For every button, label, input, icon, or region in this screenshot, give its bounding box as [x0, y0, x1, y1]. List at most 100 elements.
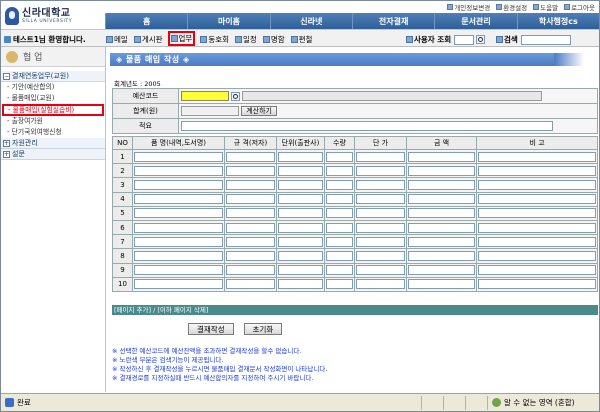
note-input[interactable]	[478, 250, 596, 261]
spec-input[interactable]	[226, 265, 275, 276]
note-input[interactable]	[478, 208, 596, 219]
sidebar-section-survey[interactable]: + 설문	[1, 149, 105, 160]
top-link-logout[interactable]: 로그아웃	[564, 2, 595, 12]
sidebar-section-approval[interactable]: − 결재연동업무(교원)	[1, 71, 105, 82]
page-controls[interactable]: [페이지 추가] / [이하 페이지 삭제]	[112, 305, 598, 315]
amount-field[interactable]	[408, 250, 475, 261]
item-name-input[interactable]	[134, 236, 223, 247]
spec-input[interactable]	[226, 194, 275, 205]
item-name-input[interactable]	[134, 179, 223, 190]
note-input[interactable]	[478, 151, 596, 162]
nav-home[interactable]: 홈	[105, 13, 187, 30]
qty-input[interactable]	[326, 265, 353, 276]
item-name-input[interactable]	[134, 194, 223, 205]
spec-input[interactable]	[226, 250, 275, 261]
unit-input[interactable]	[278, 151, 323, 162]
unit-price-input[interactable]	[356, 222, 405, 233]
tool-card[interactable]: 명함	[262, 33, 286, 46]
budget-code-input[interactable]	[181, 91, 229, 101]
qty-input[interactable]	[326, 179, 353, 190]
unit-input[interactable]	[278, 194, 323, 205]
spec-input[interactable]	[226, 151, 275, 162]
tool-mail[interactable]: 메일	[105, 33, 129, 46]
budget-search-icon[interactable]	[231, 91, 241, 101]
amount-field[interactable]	[408, 194, 475, 205]
item-name-input[interactable]	[134, 250, 223, 261]
qty-input[interactable]	[326, 250, 353, 261]
qty-input[interactable]	[326, 222, 353, 233]
amount-field[interactable]	[408, 265, 475, 276]
nav-approval[interactable]: 전자결재	[351, 13, 434, 30]
amount-field[interactable]	[408, 165, 475, 176]
note-input[interactable]	[478, 265, 596, 276]
top-link-settings[interactable]: 환경설정	[496, 2, 527, 12]
top-link-help[interactable]: 도움말	[533, 2, 558, 12]
qty-input[interactable]	[326, 279, 353, 290]
sidebar-item-purchase-lab[interactable]: - 물품매입(실험실습비)	[2, 104, 104, 116]
nav-documents[interactable]: 문서관리	[434, 13, 516, 30]
unit-input[interactable]	[278, 165, 323, 176]
unit-input[interactable]	[278, 250, 323, 261]
qty-input[interactable]	[326, 236, 353, 247]
unit-input[interactable]	[278, 265, 323, 276]
item-name-input[interactable]	[134, 279, 223, 290]
sidebar-item-purchase-faculty[interactable]: - 물품매입(교원)	[1, 93, 105, 104]
tool-club[interactable]: 동호회	[199, 33, 230, 46]
collapse-icon[interactable]: −	[3, 72, 10, 80]
user-search-button-icon[interactable]	[476, 35, 486, 44]
spec-input[interactable]	[226, 165, 275, 176]
unit-price-input[interactable]	[356, 208, 405, 219]
tool-work[interactable]: 업무	[167, 31, 196, 46]
unit-price-input[interactable]	[356, 250, 405, 261]
item-name-input[interactable]	[134, 165, 223, 176]
item-name-input[interactable]	[134, 265, 223, 276]
qty-input[interactable]	[326, 194, 353, 205]
tool-board[interactable]: 게시판	[133, 33, 164, 46]
sidebar-item-draft[interactable]: - 기안(예산합의)	[1, 82, 105, 93]
remarks-input[interactable]	[181, 121, 553, 131]
spec-input[interactable]	[226, 222, 275, 233]
unit-input[interactable]	[278, 179, 323, 190]
qty-input[interactable]	[326, 165, 353, 176]
unit-input[interactable]	[278, 236, 323, 247]
amount-field[interactable]	[408, 151, 475, 162]
note-input[interactable]	[478, 179, 596, 190]
amount-field[interactable]	[408, 179, 475, 190]
item-name-input[interactable]	[134, 151, 223, 162]
spec-input[interactable]	[226, 179, 275, 190]
tool-binder[interactable]: 편철	[290, 33, 314, 46]
top-link-profile[interactable]: 개인정보변경	[447, 2, 490, 12]
note-input[interactable]	[478, 222, 596, 233]
note-input[interactable]	[478, 194, 596, 205]
amount-field[interactable]	[408, 222, 475, 233]
amount-field[interactable]	[408, 279, 475, 290]
note-input[interactable]	[478, 165, 596, 176]
unit-price-input[interactable]	[356, 279, 405, 290]
nav-academic[interactable]: 학사행정cs	[516, 13, 599, 30]
unit-price-input[interactable]	[356, 236, 405, 247]
unit-price-input[interactable]	[356, 165, 405, 176]
note-input[interactable]	[478, 236, 596, 247]
spec-input[interactable]	[226, 279, 275, 290]
unit-input[interactable]	[278, 279, 323, 290]
item-name-input[interactable]	[134, 208, 223, 219]
nav-sillanet[interactable]: 신라넷	[269, 13, 352, 30]
sidebar-section-resources[interactable]: + 자원관리	[1, 138, 105, 149]
nav-myhome[interactable]: 마이홈	[187, 13, 269, 30]
item-name-input[interactable]	[134, 222, 223, 233]
unit-input[interactable]	[278, 208, 323, 219]
expand-icon[interactable]: +	[3, 139, 10, 147]
expand-icon[interactable]: +	[3, 150, 10, 158]
unit-price-input[interactable]	[356, 151, 405, 162]
search-input[interactable]	[520, 34, 571, 45]
spec-input[interactable]	[226, 208, 275, 219]
unit-price-input[interactable]	[356, 179, 405, 190]
amount-field[interactable]	[408, 236, 475, 247]
unit-input[interactable]	[278, 222, 323, 233]
qty-input[interactable]	[326, 208, 353, 219]
calculate-button[interactable]: 계산하기	[241, 106, 277, 116]
sidebar-item-business-trip[interactable]: - 출장여가원	[1, 116, 105, 127]
submit-approval-button[interactable]: 결재작성	[188, 323, 234, 335]
qty-input[interactable]	[326, 151, 353, 162]
unit-price-input[interactable]	[356, 194, 405, 205]
